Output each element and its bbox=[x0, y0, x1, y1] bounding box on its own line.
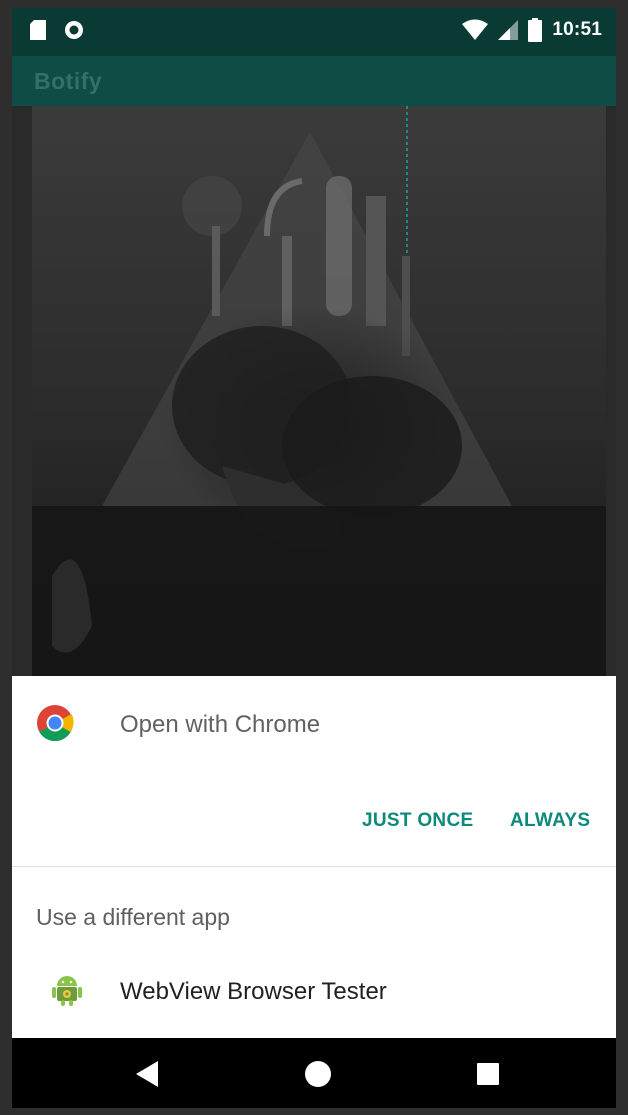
status-time: 10:51 bbox=[552, 19, 602, 40]
status-bar-left bbox=[30, 20, 84, 40]
home-icon[interactable] bbox=[300, 1056, 336, 1092]
signal-icon bbox=[498, 20, 519, 40]
battery-icon bbox=[528, 18, 543, 42]
back-icon[interactable] bbox=[130, 1056, 166, 1092]
sd-card-icon bbox=[30, 20, 46, 40]
recents-icon[interactable] bbox=[470, 1056, 506, 1092]
navigation-bar bbox=[12, 1038, 616, 1108]
chrome-icon bbox=[37, 705, 74, 742]
status-bar-right: 10:51 bbox=[462, 18, 602, 42]
use-different-app-label: Use a different app bbox=[36, 904, 230, 930]
content-area bbox=[12, 106, 616, 676]
webview-tester-option[interactable]: WebView Browser Tester bbox=[12, 956, 616, 1026]
android-icon bbox=[52, 976, 82, 1006]
phone-screen: 10:51 Botify Open with Chrome JUST ONCE … bbox=[12, 8, 616, 1108]
app-bar: Botify bbox=[12, 56, 616, 106]
wifi-icon bbox=[462, 19, 489, 40]
open-with-dialog: Open with Chrome JUST ONCE ALWAYS Use a … bbox=[12, 676, 616, 1038]
just-once-button[interactable]: JUST ONCE bbox=[356, 806, 479, 836]
always-button[interactable]: ALWAYS bbox=[504, 806, 596, 836]
open-with-chrome-label: Open with Chrome bbox=[120, 711, 321, 738]
album-artwork[interactable] bbox=[12, 106, 616, 676]
status-bar: 10:51 bbox=[12, 8, 616, 56]
webview-browser-tester-label: WebView Browser Tester bbox=[120, 978, 387, 1005]
chrome-app-option[interactable]: Open with Chrome bbox=[12, 676, 616, 776]
app-title: Botify bbox=[34, 68, 103, 94]
divider bbox=[12, 866, 616, 867]
circle-notification-icon bbox=[65, 21, 83, 39]
